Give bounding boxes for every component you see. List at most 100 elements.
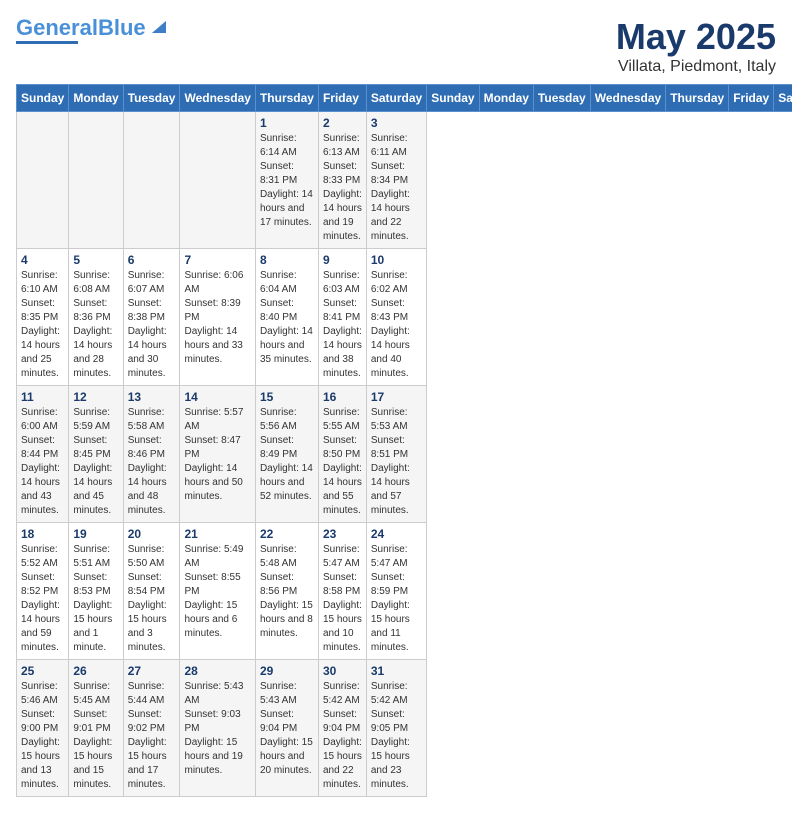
day-number: 8 [260, 253, 314, 267]
day-info: Sunrise: 5:53 AM Sunset: 8:51 PM Dayligh… [371, 406, 422, 518]
calendar-cell: 12 Sunrise: 5:59 AM Sunset: 8:45 PM Dayli… [69, 386, 123, 523]
weekday-header: Sunday [17, 85, 69, 112]
weekday-header-cell: Sunday [427, 85, 479, 112]
calendar-cell [180, 112, 255, 249]
day-info: Sunrise: 5:50 AM Sunset: 8:54 PM Dayligh… [128, 543, 176, 655]
calendar-cell: 2Sunrise: 6:13 AM Sunset: 8:33 PM Daylig… [318, 112, 366, 249]
calendar-cell: 3 Sunrise: 6:11 AM Sunset: 8:34 PM Daylig… [366, 112, 426, 249]
day-number: 21 [184, 527, 250, 541]
calendar-cell: 22 Sunrise: 5:48 AM Sunset: 8:56 PM Dayli… [255, 523, 318, 660]
day-number: 19 [73, 527, 118, 541]
day-info: Sunrise: 6:02 AM Sunset: 8:43 PM Dayligh… [371, 269, 422, 381]
calendar-cell [123, 112, 180, 249]
day-info: Sunrise: 5:42 AM Sunset: 9:04 PM Dayligh… [323, 680, 362, 792]
day-info: Sunrise: 6:14 AM Sunset: 8:31 PM Dayligh… [260, 132, 314, 230]
day-number: 20 [128, 527, 176, 541]
day-info: Sunrise: 6:13 AM Sunset: 8:33 PM Dayligh… [323, 132, 362, 244]
day-number: 15 [260, 390, 314, 404]
calendar-cell: 18 Sunrise: 5:52 AM Sunset: 8:52 PM Dayli… [17, 523, 69, 660]
weekday-header: Tuesday [123, 85, 180, 112]
calendar-cell: 27Sunrise: 5:44 AM Sunset: 9:02 PM Dayli… [123, 660, 180, 797]
day-number: 3 [371, 116, 422, 130]
day-number: 18 [21, 527, 64, 541]
calendar-week-row: 25 Sunrise: 5:46 AM Sunset: 9:00 PM Dayli… [17, 660, 792, 797]
calendar-cell: 28Sunrise: 5:43 AM Sunset: 9:03 PM Dayli… [180, 660, 255, 797]
day-number: 23 [323, 527, 362, 541]
weekday-header-cell: Saturday [774, 85, 792, 112]
calendar-week-row: 1 Sunrise: 6:14 AM Sunset: 8:31 PM Daylig… [17, 112, 792, 249]
calendar-cell: 13Sunrise: 5:58 AM Sunset: 8:46 PM Dayli… [123, 386, 180, 523]
day-number: 11 [21, 390, 64, 404]
calendar-week-row: 11 Sunrise: 6:00 AM Sunset: 8:44 PM Dayli… [17, 386, 792, 523]
calendar-cell [17, 112, 69, 249]
calendar-cell: 1 Sunrise: 6:14 AM Sunset: 8:31 PM Daylig… [255, 112, 318, 249]
weekday-header: Monday [69, 85, 123, 112]
day-info: Sunrise: 6:00 AM Sunset: 8:44 PM Dayligh… [21, 406, 64, 518]
day-number: 26 [73, 664, 118, 678]
logo-blue: Blue [98, 15, 146, 40]
day-number: 1 [260, 116, 314, 130]
day-info: Sunrise: 6:11 AM Sunset: 8:34 PM Dayligh… [371, 132, 422, 244]
weekday-header: Saturday [366, 85, 426, 112]
day-info: Sunrise: 5:48 AM Sunset: 8:56 PM Dayligh… [260, 543, 314, 641]
day-number: 17 [371, 390, 422, 404]
calendar-week-row: 4 Sunrise: 6:10 AM Sunset: 8:35 PM Daylig… [17, 249, 792, 386]
day-number: 6 [128, 253, 176, 267]
calendar-cell: 4 Sunrise: 6:10 AM Sunset: 8:35 PM Daylig… [17, 249, 69, 386]
calendar-cell: 30Sunrise: 5:42 AM Sunset: 9:04 PM Dayli… [318, 660, 366, 797]
calendar-cell: 15 Sunrise: 5:56 AM Sunset: 8:49 PM Dayli… [255, 386, 318, 523]
weekday-header: Friday [318, 85, 366, 112]
day-info: Sunrise: 6:03 AM Sunset: 8:41 PM Dayligh… [323, 269, 362, 381]
day-info: Sunrise: 5:56 AM Sunset: 8:49 PM Dayligh… [260, 406, 314, 504]
calendar-table: SundayMondayTuesdayWednesdayThursdayFrid… [16, 84, 792, 797]
calendar-cell [69, 112, 123, 249]
calendar-cell: 17 Sunrise: 5:53 AM Sunset: 8:51 PM Dayli… [366, 386, 426, 523]
calendar-cell: 7 Sunrise: 6:06 AM Sunset: 8:39 PM Daylig… [180, 249, 255, 386]
day-info: Sunrise: 5:46 AM Sunset: 9:00 PM Dayligh… [21, 680, 64, 792]
weekday-header-cell: Tuesday [533, 85, 590, 112]
day-number: 12 [73, 390, 118, 404]
day-number: 14 [184, 390, 250, 404]
day-number: 13 [128, 390, 176, 404]
day-info: Sunrise: 5:43 AM Sunset: 9:04 PM Dayligh… [260, 680, 314, 778]
day-info: Sunrise: 5:59 AM Sunset: 8:45 PM Dayligh… [73, 406, 118, 518]
day-info: Sunrise: 5:47 AM Sunset: 8:59 PM Dayligh… [371, 543, 422, 655]
logo-text: GeneralBlue [16, 16, 146, 40]
calendar-cell: 5Sunrise: 6:08 AM Sunset: 8:36 PM Daylig… [69, 249, 123, 386]
page-header: GeneralBlue May 2025 Villata, Piedmont, … [16, 16, 776, 76]
day-info: Sunrise: 5:44 AM Sunset: 9:02 PM Dayligh… [128, 680, 176, 792]
month-title: May 2025 [616, 16, 776, 58]
day-number: 4 [21, 253, 64, 267]
day-info: Sunrise: 5:57 AM Sunset: 8:47 PM Dayligh… [184, 406, 250, 504]
day-number: 10 [371, 253, 422, 267]
day-info: Sunrise: 5:51 AM Sunset: 8:53 PM Dayligh… [73, 543, 118, 655]
day-info: Sunrise: 5:45 AM Sunset: 9:01 PM Dayligh… [73, 680, 118, 792]
calendar-week-row: 18 Sunrise: 5:52 AM Sunset: 8:52 PM Dayli… [17, 523, 792, 660]
calendar-cell: 25 Sunrise: 5:46 AM Sunset: 9:00 PM Dayli… [17, 660, 69, 797]
day-number: 7 [184, 253, 250, 267]
day-number: 25 [21, 664, 64, 678]
weekday-header-cell: Thursday [666, 85, 729, 112]
calendar-cell: 10 Sunrise: 6:02 AM Sunset: 8:43 PM Dayli… [366, 249, 426, 386]
weekday-header: Thursday [255, 85, 318, 112]
logo-icon [148, 15, 170, 37]
day-number: 9 [323, 253, 362, 267]
calendar-cell: 24Sunrise: 5:47 AM Sunset: 8:59 PM Dayli… [366, 523, 426, 660]
calendar-cell: 23Sunrise: 5:47 AM Sunset: 8:58 PM Dayli… [318, 523, 366, 660]
calendar-cell: 14 Sunrise: 5:57 AM Sunset: 8:47 PM Dayli… [180, 386, 255, 523]
title-block: May 2025 Villata, Piedmont, Italy [616, 16, 776, 76]
weekday-header-cell: Friday [729, 85, 774, 112]
day-info: Sunrise: 6:06 AM Sunset: 8:39 PM Dayligh… [184, 269, 250, 367]
day-number: 29 [260, 664, 314, 678]
day-info: Sunrise: 5:55 AM Sunset: 8:50 PM Dayligh… [323, 406, 362, 518]
day-info: Sunrise: 5:52 AM Sunset: 8:52 PM Dayligh… [21, 543, 64, 655]
day-number: 28 [184, 664, 250, 678]
weekday-header: Wednesday [180, 85, 255, 112]
calendar-cell: 31Sunrise: 5:42 AM Sunset: 9:05 PM Dayli… [366, 660, 426, 797]
day-info: Sunrise: 6:10 AM Sunset: 8:35 PM Dayligh… [21, 269, 64, 381]
calendar-cell: 26 Sunrise: 5:45 AM Sunset: 9:01 PM Dayli… [69, 660, 123, 797]
day-number: 22 [260, 527, 314, 541]
calendar-cell: 29 Sunrise: 5:43 AM Sunset: 9:04 PM Dayli… [255, 660, 318, 797]
calendar-cell: 8Sunrise: 6:04 AM Sunset: 8:40 PM Daylig… [255, 249, 318, 386]
calendar-cell: 20 Sunrise: 5:50 AM Sunset: 8:54 PM Dayli… [123, 523, 180, 660]
